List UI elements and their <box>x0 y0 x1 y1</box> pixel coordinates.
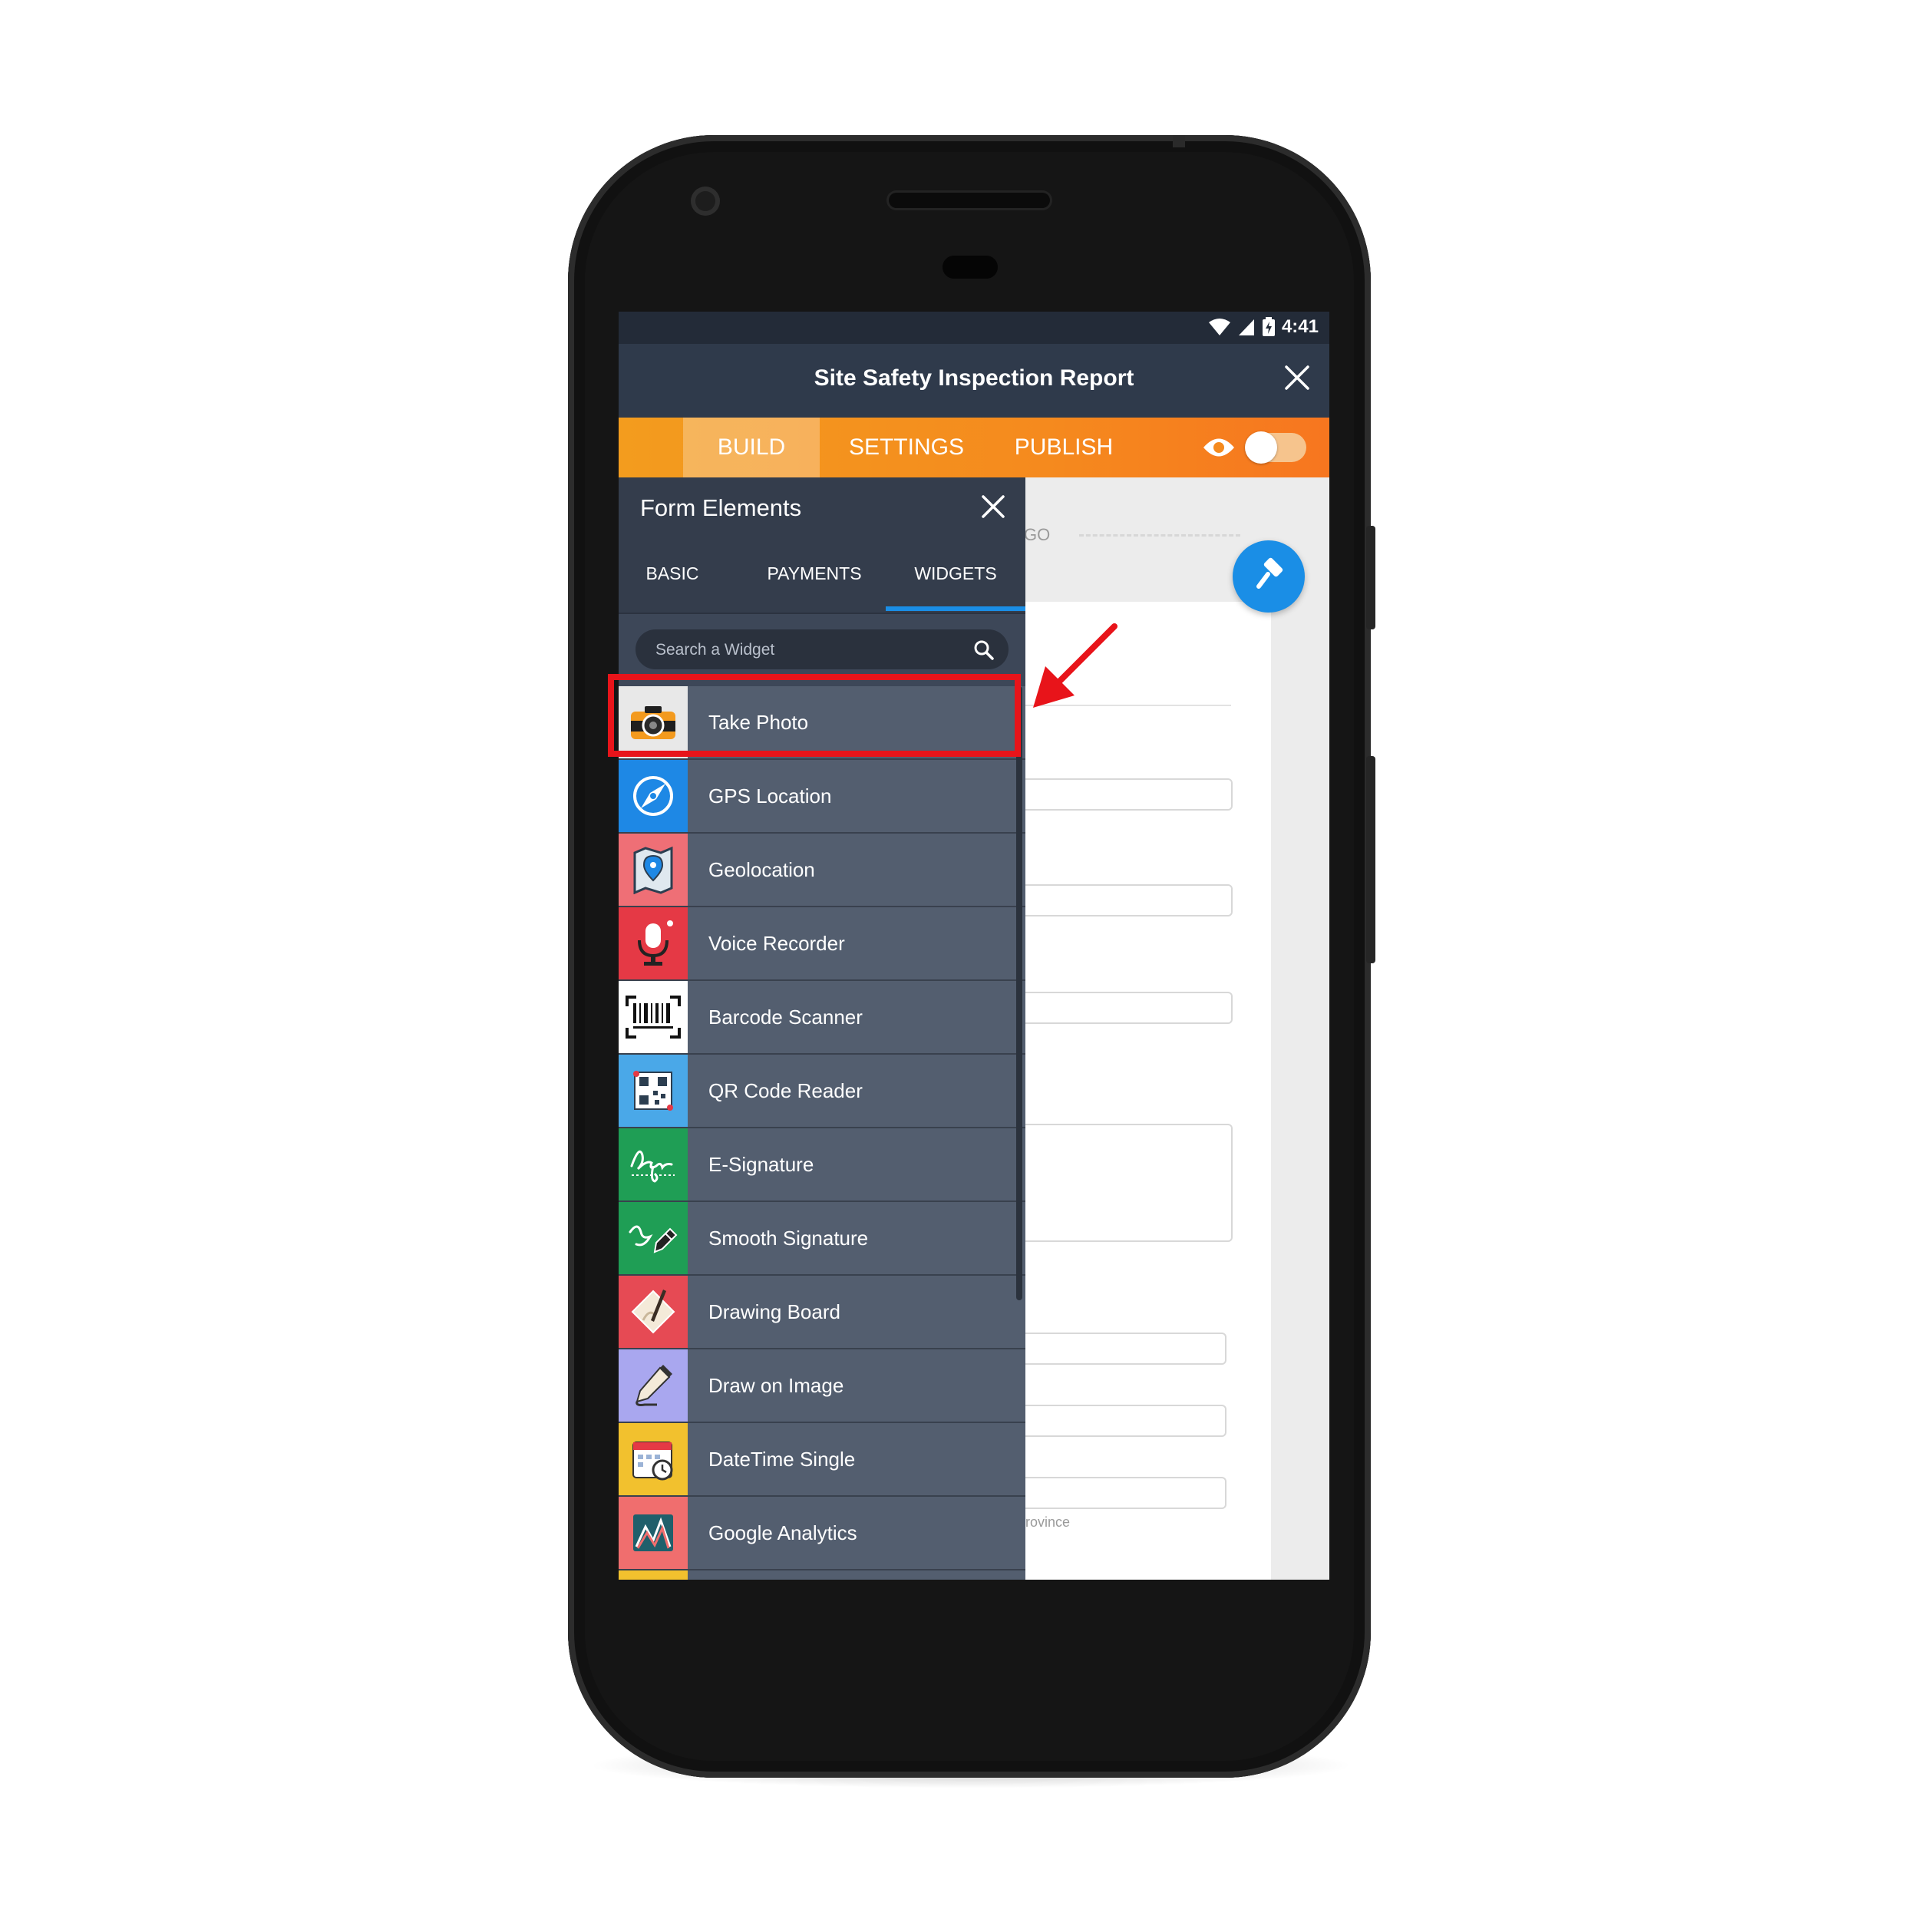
map-pin-icon <box>619 834 688 906</box>
pen-nib-icon <box>619 1202 688 1274</box>
field-sublabel: rovince <box>1025 1514 1071 1530</box>
panel-title: Form Elements <box>640 494 802 521</box>
panel-scrollbar[interactable] <box>1016 686 1022 1300</box>
microphone-icon <box>619 907 688 979</box>
widget-label: GPS Location <box>708 784 832 807</box>
widget-search <box>636 629 1009 671</box>
app-header: Site Safety Inspection Report <box>619 344 1329 418</box>
widget-label: Smooth Signature <box>708 1227 869 1250</box>
widget-geolocation[interactable]: Geolocation <box>619 834 1025 907</box>
close-panel-icon[interactable] <box>979 493 1007 520</box>
status-icons: 4:41 <box>1208 316 1319 338</box>
drawing-board-icon <box>619 1276 688 1348</box>
wifi-icon <box>1208 319 1230 335</box>
clock-text: 4:41 <box>1281 316 1319 337</box>
widget-partial[interactable] <box>619 1570 1025 1580</box>
form-textarea[interactable] <box>1018 1124 1233 1242</box>
tab-widgets[interactable]: WIDGETS <box>886 539 1025 611</box>
widget-qr-code-reader[interactable]: QR Code Reader <box>619 1055 1025 1128</box>
form-field[interactable] <box>1018 1333 1226 1365</box>
tab-build[interactable]: BUILD <box>683 418 820 477</box>
paint-roller-icon <box>1256 557 1283 589</box>
toggle-knob <box>1245 431 1277 464</box>
widget-label: Drawing Board <box>708 1300 840 1323</box>
partial-widget-icon <box>619 1570 688 1580</box>
widget-barcode-scanner[interactable]: Barcode Scanner <box>619 981 1025 1055</box>
widget-draw-on-image[interactable]: Draw on Image <box>619 1349 1025 1423</box>
widget-list: Take Photo GPS Location Geolocation Voic… <box>619 686 1025 1580</box>
compass-icon <box>619 760 688 832</box>
widget-voice-recorder[interactable]: Voice Recorder <box>619 907 1025 981</box>
tab-publish[interactable]: PUBLISH <box>1002 418 1125 477</box>
take-photo-highlight-box <box>608 674 1021 757</box>
widget-label: Draw on Image <box>708 1374 844 1397</box>
widget-datetime-single[interactable]: DateTime Single <box>619 1423 1025 1497</box>
panel-header: Form Elements <box>619 477 1025 539</box>
battery-icon <box>1262 317 1275 336</box>
cell-signal-icon <box>1238 319 1254 335</box>
front-camera <box>691 187 720 216</box>
proximity-sensor <box>943 256 998 279</box>
tab-basic[interactable]: BASIC <box>619 539 726 611</box>
phone-volume-button <box>1366 756 1375 963</box>
form-designer-button[interactable] <box>1233 540 1305 613</box>
analytics-chart-icon <box>619 1497 688 1569</box>
tab-payments[interactable]: PAYMENTS <box>741 539 887 611</box>
phone-top-notch <box>1173 135 1185 147</box>
pencil-icon <box>619 1349 688 1422</box>
search-widget-input[interactable] <box>654 629 964 671</box>
widget-label: QR Code Reader <box>708 1079 863 1102</box>
red-arrow-icon <box>1033 623 1118 708</box>
earpiece-speaker <box>889 193 1050 208</box>
tab-settings[interactable]: SETTINGS <box>834 418 979 477</box>
widget-label: E-Signature <box>708 1153 814 1176</box>
close-form-icon[interactable] <box>1282 362 1312 393</box>
form-field[interactable] <box>1018 778 1233 811</box>
widget-label: Voice Recorder <box>708 932 845 955</box>
form-elements-panel: Form Elements BASIC PAYMENTS WIDGETS Sea… <box>619 477 1025 1580</box>
form-field[interactable] <box>1018 1477 1226 1509</box>
form-title: Site Safety Inspection Report <box>814 365 1134 391</box>
widget-drawing-board[interactable]: Drawing Board <box>619 1276 1025 1349</box>
form-field[interactable] <box>1018 884 1233 916</box>
widget-label: Geolocation <box>708 858 815 881</box>
widget-gps-location[interactable]: GPS Location <box>619 760 1025 834</box>
search-icon[interactable] <box>973 639 995 661</box>
barcode-icon <box>619 981 688 1053</box>
widget-label: Google Analytics <box>708 1521 857 1544</box>
builder-tabs-bar: BUILD SETTINGS PUBLISH <box>619 418 1329 477</box>
preview-eye-icon[interactable] <box>1202 434 1236 461</box>
widget-smooth-signature[interactable]: Smooth Signature <box>619 1202 1025 1276</box>
preview-toggle[interactable] <box>1245 431 1306 464</box>
form-logo-text: GO <box>1024 525 1051 544</box>
form-field[interactable] <box>1018 992 1233 1024</box>
status-bar: 4:41 <box>619 312 1329 344</box>
element-category-tabs: BASIC PAYMENTS WIDGETS <box>619 539 1025 614</box>
widget-label: Barcode Scanner <box>708 1006 863 1029</box>
widget-google-analytics[interactable]: Google Analytics <box>619 1497 1025 1570</box>
calendar-clock-icon <box>619 1423 688 1495</box>
widget-e-signature[interactable]: E-Signature <box>619 1128 1025 1202</box>
form-field[interactable] <box>1018 1405 1226 1437</box>
form-logo-dashline <box>1079 534 1240 537</box>
signature-icon <box>619 1128 688 1200</box>
qr-code-icon <box>619 1055 688 1127</box>
phone-screen: 4:41 Site Safety Inspection Report BUILD… <box>619 312 1329 1580</box>
widget-label: DateTime Single <box>708 1448 856 1471</box>
phone-power-button <box>1366 526 1375 629</box>
